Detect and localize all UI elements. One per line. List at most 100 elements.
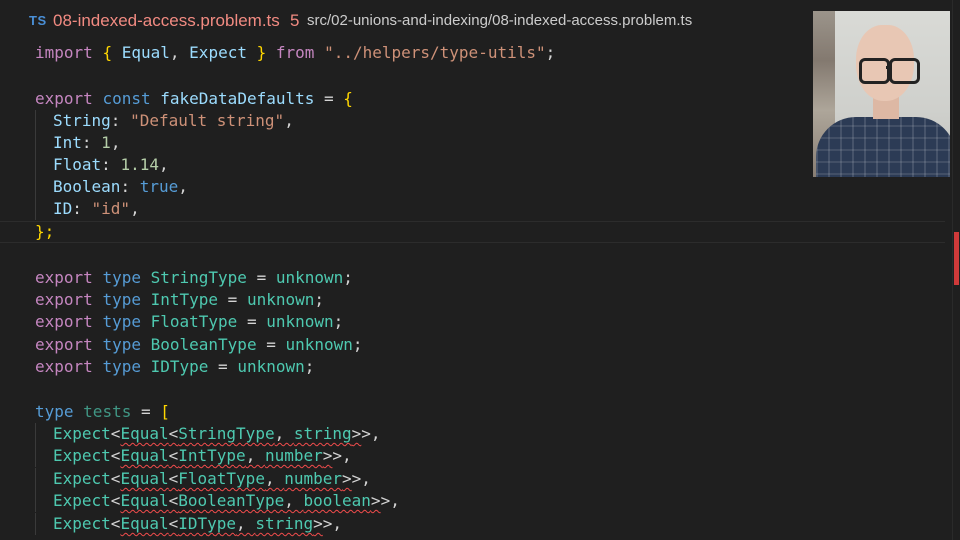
- type-value: unknown: [237, 357, 305, 376]
- code-line-prop: String: "Default string",: [35, 110, 294, 132]
- comma: ,: [169, 43, 180, 62]
- prop-key: Int: [53, 133, 82, 152]
- import-name-equal: Equal: [121, 43, 170, 62]
- prop-value: true: [139, 177, 179, 196]
- code-line-test: Expect<Equal<IntType, number>>,: [35, 445, 352, 467]
- brace: }: [256, 43, 267, 62]
- error-marker: [954, 232, 959, 285]
- code-line-prop: ID: "id",: [35, 198, 140, 220]
- keyword-type: type: [35, 402, 74, 421]
- prop-key: Float: [53, 155, 102, 174]
- brace: };: [35, 222, 55, 241]
- equal-name: Equal: [120, 469, 169, 488]
- keyword-export: export: [35, 89, 93, 108]
- expect-name: Expect: [53, 514, 111, 533]
- code-line-prop: Int: 1,: [35, 132, 120, 154]
- test-expected: string: [255, 514, 314, 533]
- keyword-import: import: [35, 43, 93, 62]
- expect-name: Expect: [53, 469, 111, 488]
- type-name: BooleanType: [150, 335, 257, 354]
- code-line-type-export: export type BooleanType = unknown;: [35, 335, 363, 354]
- indent-guide: [35, 423, 53, 445]
- code-line-test: Expect<Equal<FloatType, number>>,: [35, 468, 371, 490]
- type-name: FloatType: [150, 312, 238, 331]
- test-expected: number: [284, 469, 343, 488]
- test-type: IntType: [178, 446, 246, 465]
- tab-filename[interactable]: 08-indexed-access.problem.ts: [53, 11, 280, 31]
- keyword-export: export: [35, 335, 93, 354]
- type-name: StringType: [150, 268, 247, 287]
- type-value: unknown: [246, 290, 315, 309]
- keyword-export: export: [35, 290, 93, 309]
- glasses-icon: [889, 58, 920, 84]
- keyword-export: export: [35, 312, 93, 331]
- code-line-test: Expect<Equal<BooleanType, boolean>>,: [35, 490, 400, 512]
- indent-guide: [35, 445, 53, 467]
- expect-name: Expect: [53, 424, 111, 443]
- test-expected: boolean: [303, 491, 371, 510]
- brace: {: [102, 43, 113, 62]
- glasses-bridge: [886, 66, 892, 69]
- code-line-type-export: export type IDType = unknown;: [35, 357, 315, 376]
- code-editor[interactable]: import { Equal, Expect } from "../helper…: [0, 40, 952, 540]
- equal-name: Equal: [120, 514, 169, 533]
- bracket: [: [160, 402, 170, 421]
- keyword-const: const: [102, 89, 151, 108]
- prop-value: "id": [91, 199, 131, 218]
- type-value: unknown: [285, 335, 353, 354]
- file-path-breadcrumb[interactable]: src/02-unions-and-indexing/08-indexed-ac…: [307, 12, 692, 29]
- import-source: "../helpers/type-utils": [324, 43, 546, 62]
- code-line-type-export: export type IntType = unknown;: [35, 290, 325, 309]
- import-name-expect: Expect: [189, 43, 247, 62]
- equal-name: Equal: [120, 424, 169, 443]
- test-expected: string: [293, 424, 352, 443]
- indent-guide: [35, 132, 53, 154]
- indent-guide: [35, 490, 53, 512]
- keyword-type: type: [102, 357, 141, 376]
- code-line-test: Expect<Equal<StringType, string>>,: [35, 423, 381, 445]
- code-line-prop: Boolean: true,: [35, 176, 188, 198]
- type-name: IDType: [150, 357, 209, 376]
- indent-guide: [35, 513, 53, 535]
- webcam-overlay: [813, 11, 950, 177]
- expect-name: Expect: [53, 491, 111, 510]
- code-line-type-export: export type StringType = unknown;: [35, 268, 353, 287]
- type-name: IntType: [150, 290, 219, 309]
- code-line-type-export: export type FloatType = unknown;: [35, 312, 344, 331]
- indent-guide: [35, 154, 53, 176]
- problem-count-badge: 5: [290, 11, 300, 30]
- const-name: fakeDataDefaults: [160, 89, 315, 108]
- expect-name: Expect: [53, 446, 111, 465]
- keyword-type: type: [102, 335, 141, 354]
- code-line-tests-declaration: type tests = [: [35, 401, 170, 423]
- brace: {: [343, 89, 353, 108]
- prop-key: Boolean: [53, 177, 121, 196]
- indent-guide: [35, 110, 53, 132]
- keyword-type: type: [102, 290, 141, 309]
- code-line-import: import { Equal, Expect } from "../helper…: [35, 42, 555, 64]
- keyword-export: export: [35, 268, 93, 287]
- glasses-icon: [859, 58, 890, 84]
- code-line-prop: Float: 1.14,: [35, 154, 169, 176]
- test-type: IDType: [178, 514, 237, 533]
- keyword-type: type: [102, 268, 141, 287]
- test-type: BooleanType: [178, 491, 285, 510]
- type-value: unknown: [275, 268, 344, 287]
- indent-guide: [35, 468, 53, 490]
- keyword-type: type: [102, 312, 141, 331]
- code-line-defaults-declaration: export const fakeDataDefaults = {: [35, 88, 353, 110]
- typescript-file-icon: TS: [29, 13, 47, 28]
- prop-key: ID: [53, 199, 73, 218]
- current-line-highlight: [0, 221, 945, 243]
- type-value: unknown: [266, 312, 334, 331]
- code-line-close: };: [35, 221, 54, 243]
- keyword-export: export: [35, 357, 93, 376]
- prop-key: String: [53, 111, 111, 130]
- equal-name: Equal: [120, 491, 169, 510]
- semicolon: ;: [545, 43, 556, 62]
- operator: =: [140, 402, 151, 421]
- keyword-from: from: [275, 43, 315, 62]
- test-type: FloatType: [178, 469, 265, 488]
- test-type: StringType: [178, 424, 275, 443]
- code-line-test: Expect<Equal<IDType, string>>,: [35, 513, 342, 535]
